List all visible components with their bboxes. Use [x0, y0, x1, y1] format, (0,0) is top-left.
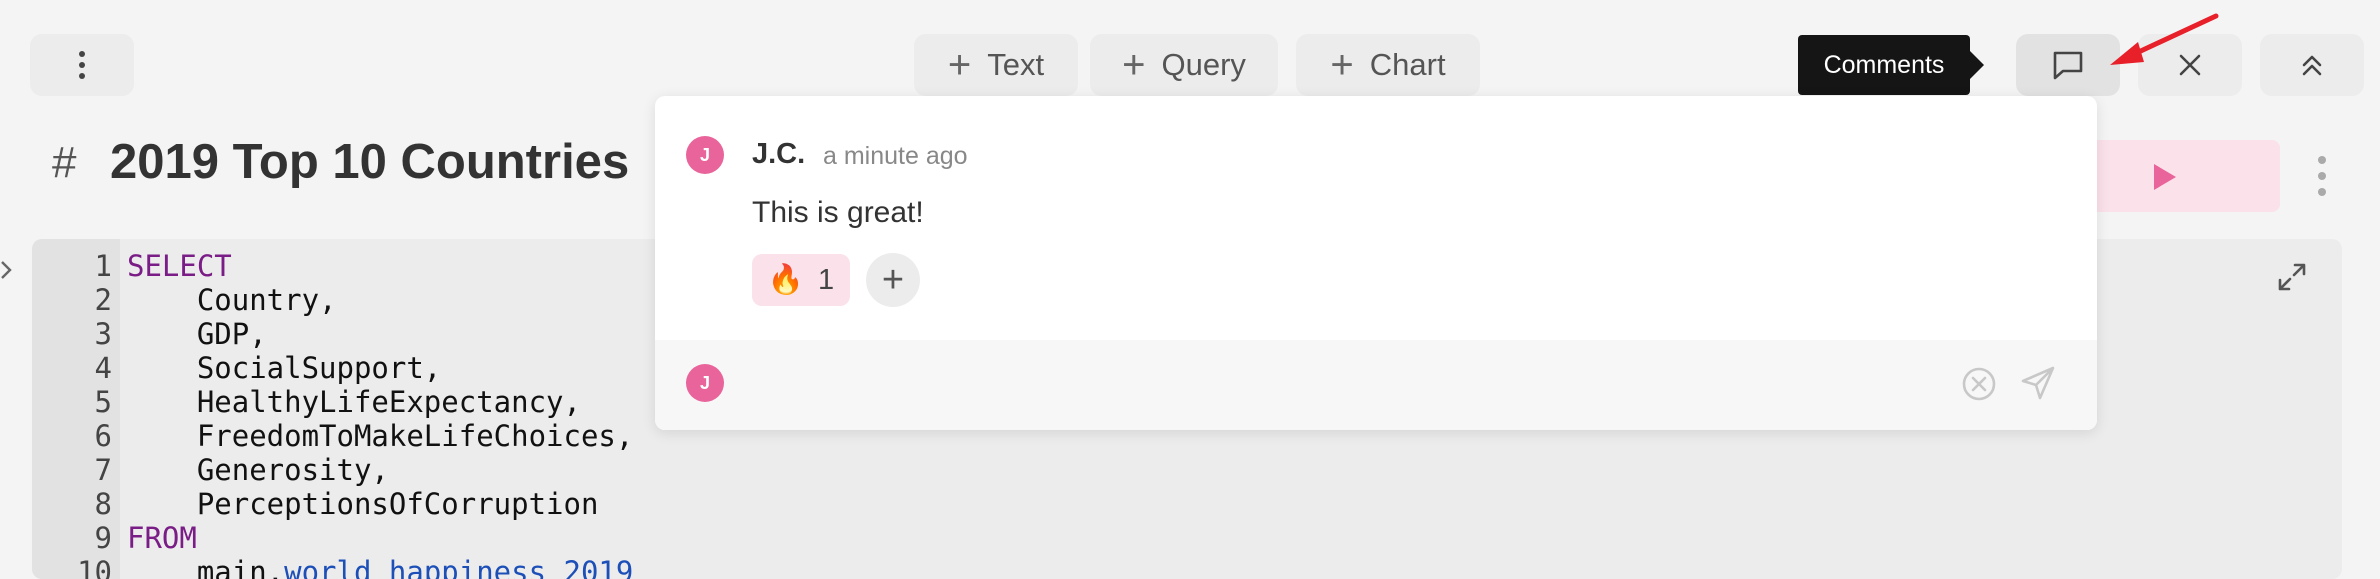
- line-number: 6: [94, 419, 112, 453]
- reaction-chip[interactable]: 🔥 1: [752, 254, 850, 306]
- schema-prefix: main.: [127, 555, 285, 579]
- add-reaction-button[interactable]: +: [866, 253, 920, 307]
- code-line: GDP,: [127, 317, 267, 351]
- add-chart-label: Chart: [1369, 47, 1446, 82]
- collapse-button[interactable]: [2260, 34, 2364, 96]
- line-number: 7: [94, 453, 112, 487]
- line-number: 10: [77, 555, 112, 579]
- plus-icon: +: [1122, 43, 1146, 87]
- block-options-button[interactable]: [2316, 154, 2340, 200]
- chat-bubble-icon: [2053, 51, 2083, 80]
- line-number: 3: [94, 317, 112, 351]
- add-query-button[interactable]: + Query: [1090, 34, 1278, 96]
- add-text-label: Text: [987, 47, 1045, 82]
- code-line: FROM: [127, 521, 197, 555]
- code-line: Generosity,: [127, 453, 389, 487]
- avatar: J: [686, 136, 724, 174]
- line-number: 1: [94, 249, 112, 283]
- annotation-arrow-icon: [2110, 13, 2219, 65]
- reaction-count: 1: [817, 263, 835, 296]
- code-line: FreedomToMakeLifeChoices,: [127, 419, 634, 453]
- code-line: Country,: [127, 283, 337, 317]
- block-title[interactable]: 2019 Top 10 Countries: [110, 134, 629, 190]
- reply-bar: J: [655, 340, 2097, 430]
- comments-popover: J J.C. a minute ago This is great! 🔥 1 +…: [655, 96, 2097, 430]
- plus-icon: +: [1330, 43, 1354, 87]
- plus-icon: +: [947, 43, 972, 87]
- vertical-dots-icon: [79, 51, 85, 79]
- collapse-handle-icon[interactable]: [0, 258, 12, 286]
- add-chart-button[interactable]: + Chart: [1296, 34, 1480, 96]
- line-number: 9: [94, 521, 112, 555]
- comment-author: J.C.: [752, 138, 806, 170]
- vertical-dots-icon: [2318, 156, 2326, 196]
- line-number: 2: [94, 283, 112, 317]
- comments-tooltip: Comments: [1798, 35, 1984, 95]
- expand-icon[interactable]: [2276, 261, 2308, 293]
- comment-body: This is great!: [752, 196, 924, 229]
- table-name: world_happiness_2019: [284, 555, 634, 579]
- avatar: J: [686, 364, 724, 402]
- title-hash: #: [52, 138, 77, 187]
- fire-emoji: 🔥: [767, 264, 804, 296]
- add-query-label: Query: [1161, 47, 1246, 82]
- line-number: 8: [94, 487, 112, 521]
- code-line: SELECT: [127, 249, 232, 283]
- block-menu-button[interactable]: [30, 34, 134, 96]
- send-icon[interactable]: [2019, 364, 2057, 402]
- double-chevron-up-icon: [2302, 55, 2322, 76]
- circle-x-icon[interactable]: [1961, 366, 1997, 402]
- code-line: HealthyLifeExpectancy,: [127, 385, 581, 419]
- play-icon: [2154, 164, 2176, 190]
- line-number: 4: [94, 351, 112, 385]
- reply-input[interactable]: [750, 360, 1754, 410]
- code-line: main.world_happiness_2019: [127, 555, 634, 579]
- line-number: 5: [94, 385, 112, 419]
- add-text-button[interactable]: + Text: [914, 34, 1078, 96]
- code-line: PerceptionsOfCorruption: [127, 487, 599, 521]
- code-line: SocialSupport,: [127, 351, 442, 385]
- comment-time: a minute ago: [823, 142, 968, 170]
- plus-icon: +: [881, 259, 905, 301]
